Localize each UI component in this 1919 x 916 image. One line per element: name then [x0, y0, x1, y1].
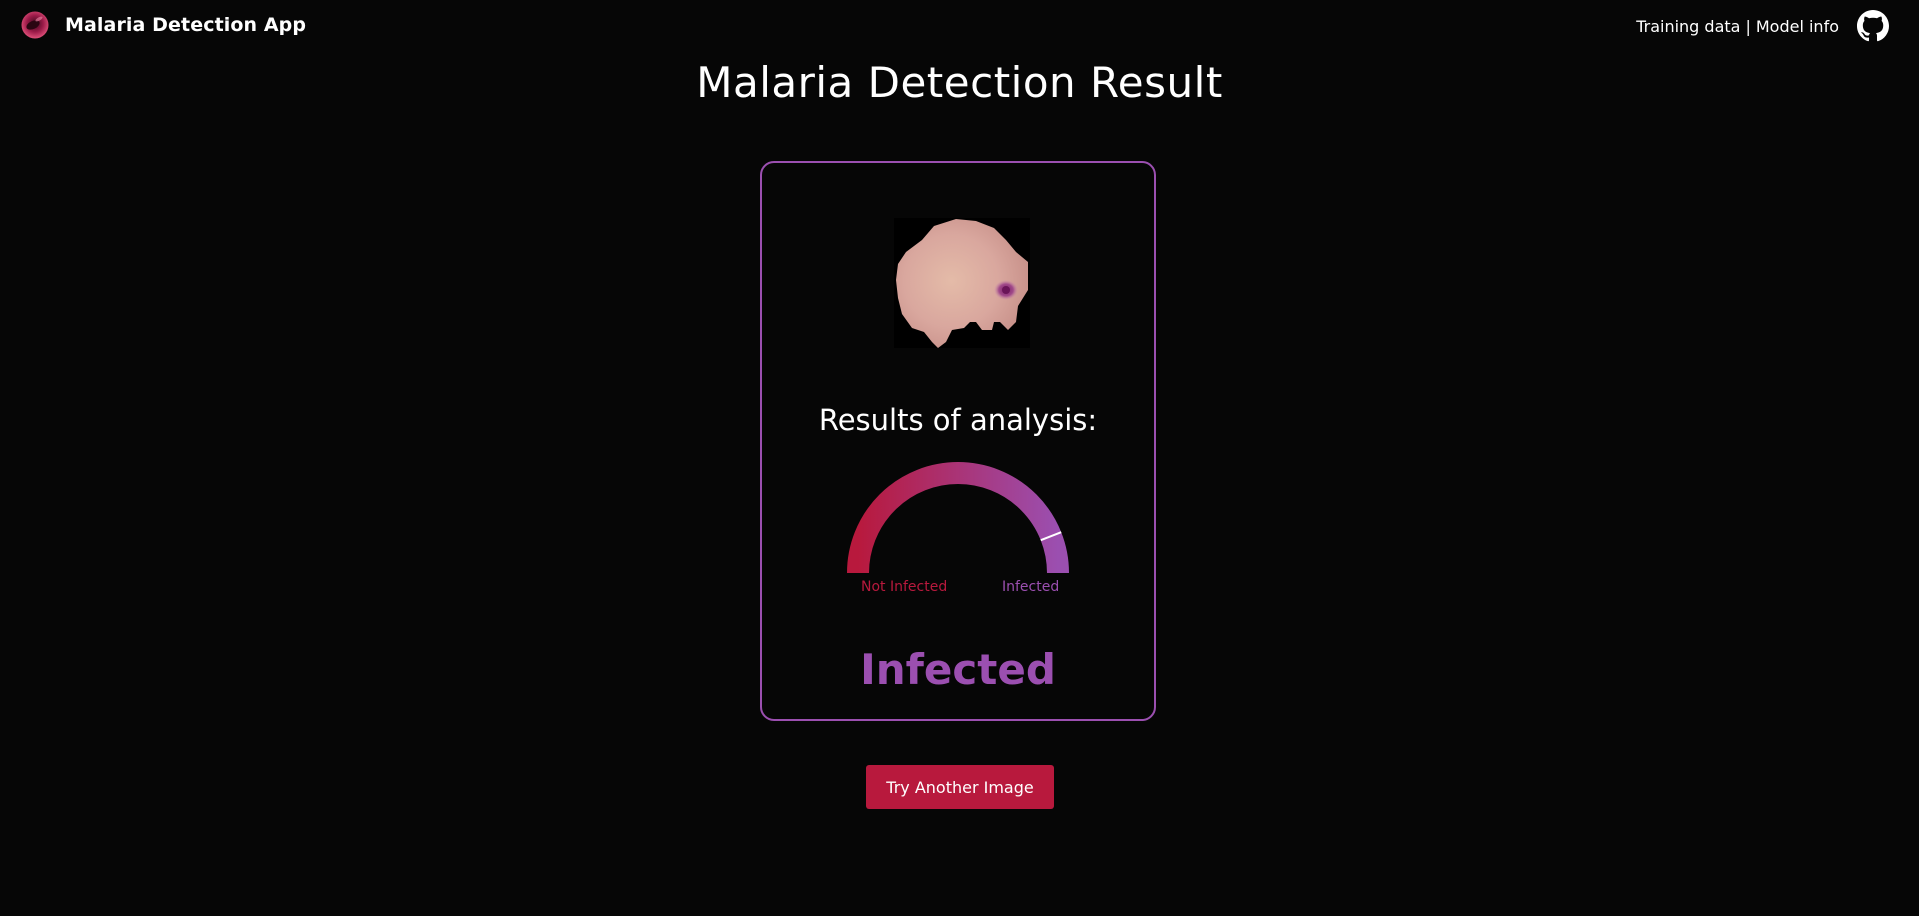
nav-separator: |: [1745, 16, 1751, 36]
result-card: Results of analysis: Not Infected Infect…: [760, 161, 1156, 721]
github-icon[interactable]: [1857, 10, 1889, 42]
infected-label: Infected: [1002, 579, 1060, 595]
red-blood-cell-icon: [21, 11, 49, 39]
try-another-image-button[interactable]: Try Another Image: [866, 765, 1054, 809]
app-name: Malaria Detection App: [65, 14, 307, 36]
brand-link[interactable]: Malaria Detection App: [20, 10, 306, 40]
model-info-link[interactable]: Model info: [1756, 17, 1839, 36]
analysis-heading: Results of analysis:: [818, 403, 1098, 437]
training-data-link[interactable]: Training data: [1636, 17, 1740, 36]
page-title: Malaria Detection Result: [696, 58, 1223, 107]
nav-links: Training data | Model info: [1636, 10, 1889, 42]
infection-gauge: [847, 462, 1069, 574]
top-navbar: Malaria Detection App Training data | Mo…: [0, 0, 1919, 50]
not-infected-label: Not Infected: [861, 579, 948, 595]
verdict-text: Infected: [860, 645, 1056, 694]
gauge-arc: [847, 462, 1069, 574]
blood-cell-image: [894, 218, 1030, 348]
